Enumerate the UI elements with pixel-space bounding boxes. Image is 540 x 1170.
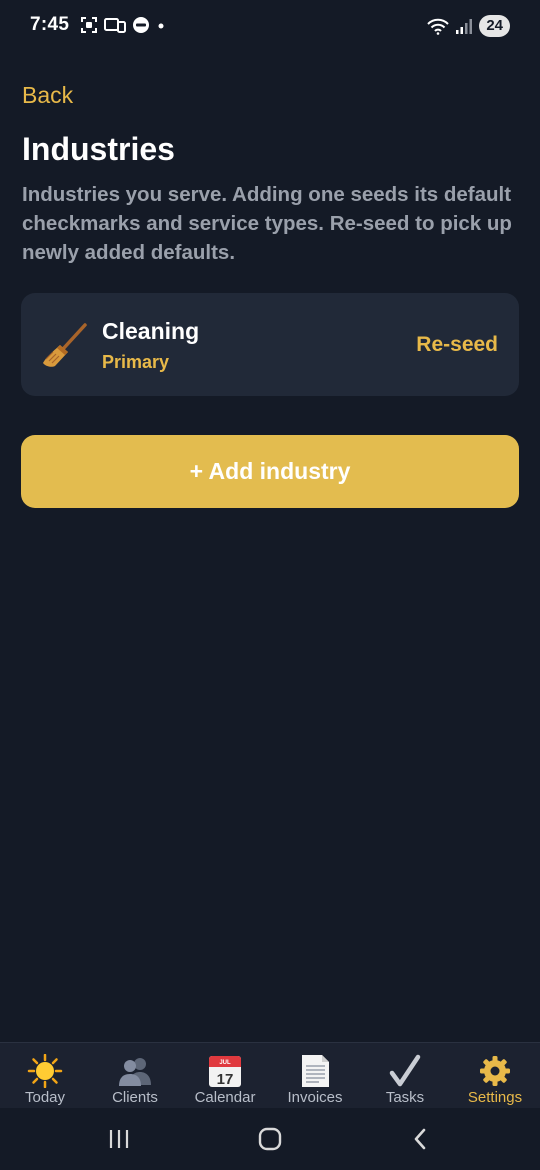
app-notification-icon (133, 17, 149, 33)
document-icon (297, 1054, 333, 1088)
more-notifications-dot-icon (158, 23, 164, 29)
back-navigation-button[interactable] (400, 1124, 440, 1154)
page-description: Industries you serve. Adding one seeds i… (22, 183, 512, 264)
recent-apps-button[interactable] (99, 1124, 139, 1154)
sun-icon (27, 1054, 63, 1088)
tab-label: Today (24, 1089, 66, 1106)
battery-indicator: 24 (479, 15, 510, 37)
status-system-icons: 24 (427, 15, 510, 37)
signal-icon (456, 19, 473, 34)
home-icon (258, 1127, 282, 1151)
screenshot-icon (81, 17, 97, 33)
add-industry-button[interactable]: + Add industry (21, 435, 519, 508)
system-navigation-bar (0, 1108, 540, 1170)
gear-icon (477, 1054, 513, 1088)
tab-label: Tasks (385, 1089, 425, 1106)
tab-clients[interactable]: Clients (90, 1043, 180, 1109)
industry-card-cleaning[interactable]: Cleaning Primary Re-seed (21, 293, 519, 396)
svg-text:17: 17 (217, 1071, 234, 1088)
tab-calendar[interactable]: JUL 17 Calendar (180, 1043, 270, 1109)
status-bar: 7:45 24 (0, 0, 540, 54)
tab-invoices[interactable]: Invoices (270, 1043, 360, 1109)
broom-icon (43, 323, 87, 367)
chevron-left-icon (414, 1128, 426, 1150)
devices-icon (104, 18, 126, 33)
industries-screen: 7:45 24 Back Industries Industries you s… (0, 0, 540, 1170)
bottom-tab-bar: Today Clients JUL 17 Calendar Invoices T… (0, 1042, 540, 1109)
wifi-icon (427, 18, 450, 35)
status-notification-icons (80, 16, 166, 34)
tab-label: Calendar (194, 1089, 256, 1106)
tab-tasks[interactable]: Tasks (360, 1043, 450, 1109)
recent-apps-icon (109, 1130, 129, 1148)
tab-label: Settings (467, 1089, 523, 1106)
tab-label: Invoices (287, 1089, 343, 1106)
checkmark-icon (387, 1054, 423, 1088)
primary-badge: Primary (102, 352, 170, 372)
tab-label: Clients (112, 1089, 158, 1106)
home-button[interactable] (250, 1124, 290, 1154)
svg-text:JUL: JUL (219, 1060, 231, 1066)
people-icon (117, 1054, 153, 1088)
status-time: 7:45 (30, 14, 70, 35)
page-title: Industries (22, 131, 175, 167)
reseed-button[interactable]: Re-seed (416, 333, 498, 357)
tab-settings[interactable]: Settings (450, 1043, 540, 1109)
back-button[interactable]: Back (22, 82, 73, 109)
industry-name: Cleaning (102, 318, 200, 344)
tab-today[interactable]: Today (0, 1043, 90, 1109)
calendar-icon: JUL 17 (207, 1054, 243, 1088)
